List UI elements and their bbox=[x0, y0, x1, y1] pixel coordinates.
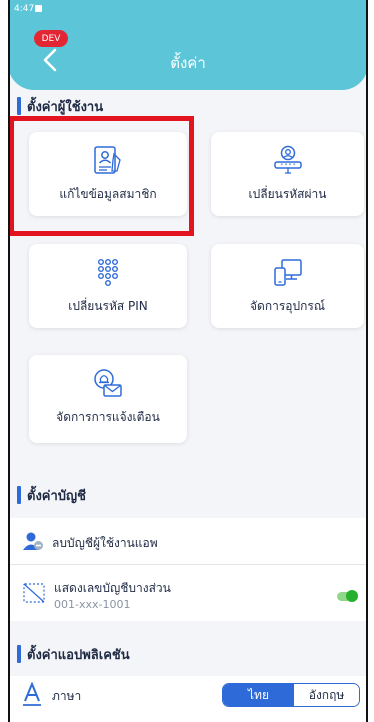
notification-icon bbox=[35, 5, 42, 12]
status-time: 4:47 bbox=[14, 4, 35, 14]
device-edge bbox=[8, 0, 10, 722]
section-app-settings: ตั้งค่าแอปพลิเคชัน bbox=[8, 642, 368, 666]
manage-devices-card[interactable]: จัดการอุปกรณ์ bbox=[211, 244, 364, 328]
highlight-box bbox=[9, 116, 194, 236]
change-password-label: เปลี่ยนรหัสผ่าน bbox=[248, 187, 327, 201]
language-switch: ไทย อังกฤษ bbox=[222, 683, 360, 707]
section-marker bbox=[17, 97, 21, 115]
password-key-icon: * * * * bbox=[273, 145, 302, 174]
lang-english-button[interactable]: อังกฤษ bbox=[294, 684, 359, 706]
section-user-settings: ตั้งค่าผู้ใช้งาน bbox=[8, 94, 368, 118]
change-password-card[interactable]: * * * * เปลี่ยนรหัสผ่าน bbox=[211, 132, 364, 216]
partial-account-label: แสดงเลขบัญชีบางส่วน bbox=[54, 581, 171, 595]
section-title: ตั้งค่าบัญชี bbox=[27, 488, 86, 504]
header-bar: 4:47 DEV ตั้งค่า bbox=[8, 0, 368, 90]
pin-keypad-icon bbox=[97, 259, 119, 287]
partial-account-toggle[interactable] bbox=[337, 590, 359, 602]
notification-bell-icon bbox=[94, 369, 122, 397]
device-edge bbox=[366, 0, 368, 722]
toggle-knob bbox=[346, 590, 358, 602]
devices-icon bbox=[273, 259, 302, 286]
page-title: ตั้งค่า bbox=[170, 54, 206, 72]
section-title: ตั้งค่าแอปพลิเคชัน bbox=[27, 647, 130, 663]
change-pin-card[interactable]: เปลี่ยนรหัส PIN bbox=[29, 244, 187, 328]
settings-screen: 4:47 DEV ตั้งค่า ตั้งค่าผู้ใช้งาน แก้ไขข… bbox=[8, 0, 368, 722]
manage-notifications-label: จัดการการแจ้งเตือน bbox=[56, 410, 160, 424]
lang-thai-button[interactable]: ไทย bbox=[223, 684, 294, 706]
section-title: ตั้งค่าผู้ใช้งาน bbox=[27, 99, 104, 115]
change-pin-label: เปลี่ยนรหัส PIN bbox=[68, 299, 148, 313]
delete-user-icon bbox=[23, 532, 43, 550]
section-account-settings: ตั้งค่าบัญชี bbox=[8, 483, 368, 507]
partial-account-row: แสดงเลขบัญชีบางส่วน 001-xxx-1001 bbox=[8, 565, 368, 621]
partial-account-icon bbox=[23, 583, 45, 603]
manage-devices-label: จัดการอุปกรณ์ bbox=[250, 299, 325, 313]
language-icon bbox=[23, 682, 41, 706]
section-marker bbox=[17, 486, 21, 504]
language-label: ภาษา bbox=[52, 689, 82, 703]
device-frame: 4:47 DEV ตั้งค่า ตั้งค่าผู้ใช้งาน แก้ไขข… bbox=[0, 0, 374, 722]
delete-user-label: ลบบัญชีผู้ใช้งานแอพ bbox=[52, 536, 158, 550]
manage-notifications-card[interactable]: จัดการการแจ้งเตือน bbox=[29, 355, 187, 443]
section-marker bbox=[17, 645, 21, 663]
delete-user-row[interactable]: ลบบัญชีผู้ใช้งานแอพ bbox=[8, 518, 368, 564]
dev-badge: DEV bbox=[34, 30, 68, 47]
account-number: 001-xxx-1001 bbox=[54, 598, 131, 611]
